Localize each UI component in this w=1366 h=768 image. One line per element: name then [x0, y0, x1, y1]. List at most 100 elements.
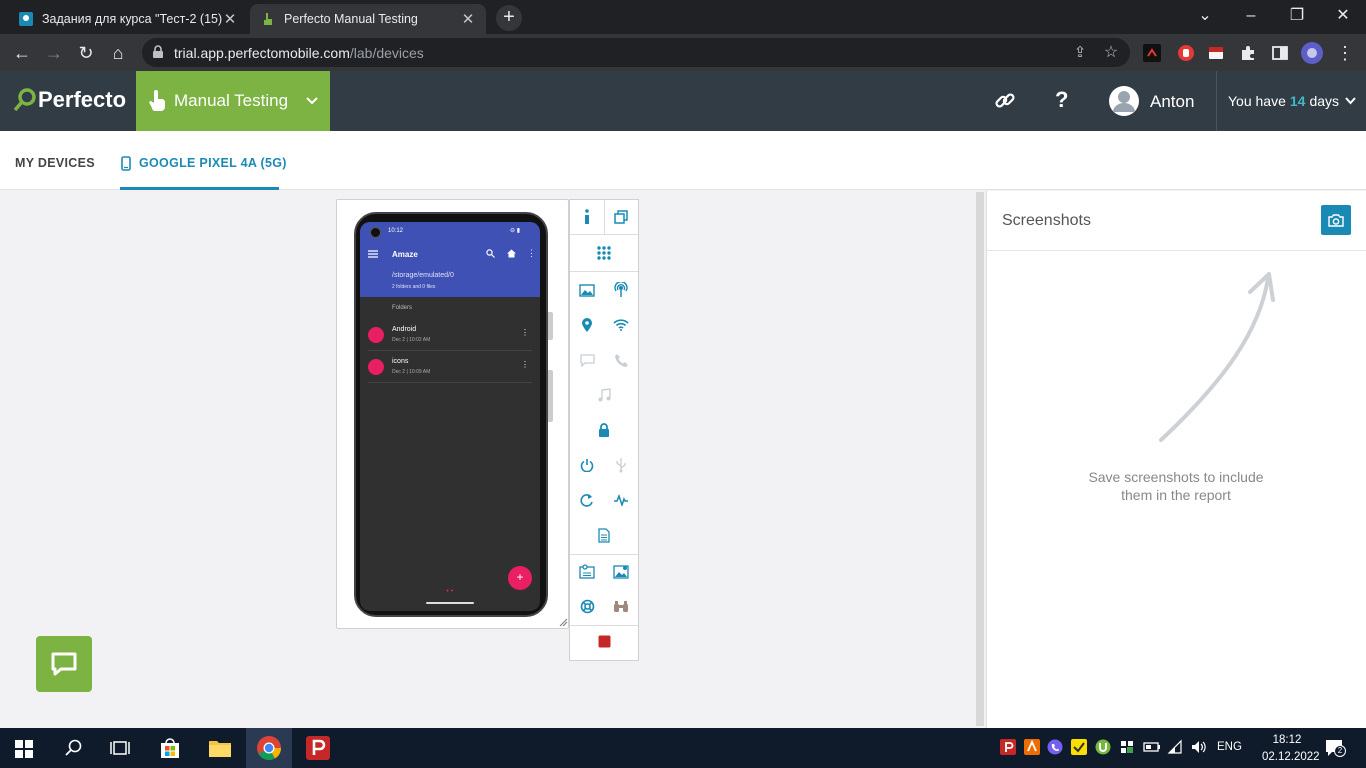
image-injection-icon[interactable] — [570, 273, 604, 307]
app-grid-icon[interactable] — [587, 236, 621, 270]
search-icon[interactable] — [62, 735, 88, 761]
course-favicon-icon — [18, 11, 34, 27]
reload-icon[interactable]: ↻ — [75, 42, 97, 64]
home-icon[interactable]: ⌂ — [107, 42, 129, 64]
folder-name: icons — [392, 358, 409, 365]
help-icon[interactable]: ? — [1055, 87, 1068, 113]
minimize-icon[interactable]: – — [1241, 6, 1261, 26]
reboot-icon[interactable] — [570, 483, 604, 517]
rotate-device-icon[interactable] — [604, 200, 638, 234]
close-tab-icon[interactable]: ✕ — [460, 10, 476, 28]
chrome-menu-icon[interactable]: ⋮ — [1334, 42, 1356, 64]
panel-scrollbar[interactable] — [976, 192, 984, 726]
item-menu-icon[interactable]: ⋮ — [521, 328, 529, 337]
tray-viber-icon[interactable] — [1047, 739, 1063, 755]
page-indicator — [446, 589, 454, 592]
gesture-bar[interactable] — [426, 602, 474, 604]
store-icon[interactable] — [158, 735, 184, 761]
url-text[interactable]: trial.app.perfectomobile.com/lab/devices — [174, 45, 424, 61]
resize-handle-icon[interactable] — [558, 617, 568, 627]
tray-shield-icon[interactable] — [1119, 739, 1135, 755]
link-icon[interactable] — [994, 90, 1016, 112]
binoculars-icon[interactable] — [604, 589, 638, 623]
close-window-icon[interactable]: ✕ — [1333, 6, 1353, 26]
battery-icon[interactable] — [1143, 739, 1160, 755]
lock-icon[interactable] — [152, 45, 164, 59]
chat-widget-button[interactable] — [36, 636, 92, 692]
manual-testing-menu[interactable]: Manual Testing — [136, 71, 330, 131]
lock-screen-icon[interactable] — [587, 413, 621, 447]
home-icon[interactable] — [507, 249, 516, 258]
item-menu-icon[interactable]: ⋮ — [521, 360, 529, 369]
status-time: 10:12 — [388, 228, 404, 234]
tab-my-devices[interactable]: MY DEVICES — [15, 156, 95, 170]
device-info-icon[interactable] — [570, 200, 604, 234]
chevron-down-icon — [306, 97, 318, 105]
support-lifebuoy-icon[interactable] — [570, 589, 604, 623]
search-icon[interactable] — [486, 249, 495, 258]
new-tab-button[interactable]: + — [496, 5, 522, 31]
user-avatar-icon[interactable] — [1108, 85, 1140, 117]
file-explorer-icon[interactable] — [207, 735, 233, 761]
hand-pointer-icon — [148, 90, 166, 112]
browser-tab-course[interactable]: Задания для курса "Тест-2 (15)" ✕ — [8, 4, 248, 34]
taskbar-clock[interactable]: 18:12 02.12.2022 — [1262, 732, 1320, 766]
vitals-icon[interactable] — [604, 483, 638, 517]
wifi-icon[interactable] — [604, 308, 638, 342]
adblock-extension-icon[interactable] — [1177, 44, 1195, 62]
volume-icon[interactable] — [1190, 739, 1206, 755]
share-icon[interactable]: ⇪ — [1069, 42, 1091, 64]
back-icon[interactable]: ← — [11, 42, 33, 64]
chevron-down-icon — [1345, 97, 1356, 105]
notifications-icon[interactable]: 2 — [1324, 737, 1346, 759]
url-path: /lab/devices — [349, 45, 424, 61]
profile-avatar-icon[interactable] — [1300, 41, 1324, 65]
extension-1-icon[interactable] — [1143, 44, 1161, 62]
hamburger-menu-icon[interactable] — [368, 250, 378, 258]
perfecto-logo-icon — [12, 87, 38, 113]
report-icon[interactable] — [570, 554, 604, 588]
tray-utorrent-icon[interactable] — [1095, 739, 1111, 755]
divider — [570, 234, 638, 235]
screenshot-image-icon[interactable] — [604, 554, 638, 588]
user-name[interactable]: Anton — [1150, 92, 1194, 112]
stop-session-icon[interactable] — [587, 624, 621, 658]
chrome-icon[interactable] — [256, 735, 282, 761]
psiphon-icon[interactable] — [305, 735, 331, 761]
extension-2-icon[interactable] — [1207, 44, 1225, 62]
windows-start-icon[interactable] — [12, 735, 38, 761]
side-panel-icon[interactable] — [1271, 44, 1289, 62]
divider — [368, 382, 532, 383]
forward-icon[interactable]: → — [43, 42, 65, 64]
network-signal-icon[interactable] — [604, 273, 638, 307]
bookmark-star-icon[interactable]: ☆ — [1100, 42, 1122, 64]
close-tab-icon[interactable]: ✕ — [222, 10, 238, 28]
tray-app-orange-icon[interactable] — [1024, 739, 1040, 755]
tab-google-pixel[interactable]: GOOGLE PIXEL 4A (5G) — [139, 156, 287, 170]
notification-count: 2 — [1334, 745, 1346, 757]
tray-app-yellow-icon[interactable] — [1071, 739, 1087, 755]
phone-screen[interactable]: 10:12 ⊖ ▮ Amaze ⋮ /storage/emulated/0 2 … — [360, 222, 540, 611]
clock-time: 18:12 — [1272, 734, 1302, 746]
network-icon[interactable] — [1167, 739, 1183, 755]
phone-call-icon — [604, 343, 638, 377]
extensions-puzzle-icon[interactable] — [1239, 44, 1257, 62]
browser-tab-perfecto[interactable]: Perfecto Manual Testing ✕ — [250, 4, 486, 34]
tab-search-icon[interactable]: ⌄ — [1195, 6, 1215, 26]
restore-icon[interactable]: ❐ — [1287, 6, 1307, 26]
power-icon[interactable] — [570, 448, 604, 482]
list-item[interactable]: Android Dec 2 | 10:02 AM ⋮ — [360, 320, 540, 350]
sms-icon — [570, 343, 604, 377]
overflow-menu-icon[interactable]: ⋮ — [527, 248, 536, 259]
trial-menu[interactable]: You have 14 days — [1216, 71, 1366, 131]
take-screenshot-button[interactable] — [1321, 205, 1351, 235]
device-log-icon[interactable] — [587, 518, 621, 552]
location-pin-icon[interactable] — [570, 308, 604, 342]
fab-add-button[interactable]: + — [508, 566, 532, 590]
perfecto-logo[interactable]: Perfecto — [12, 87, 126, 113]
input-language[interactable]: ENG — [1217, 741, 1242, 753]
task-view-icon[interactable] — [108, 735, 134, 761]
empty-line-2: them in the report — [1121, 487, 1231, 503]
list-item[interactable]: icons Dec 2 | 10:09 AM ⋮ — [360, 352, 540, 382]
tray-psiphon-icon[interactable] — [1000, 739, 1016, 755]
